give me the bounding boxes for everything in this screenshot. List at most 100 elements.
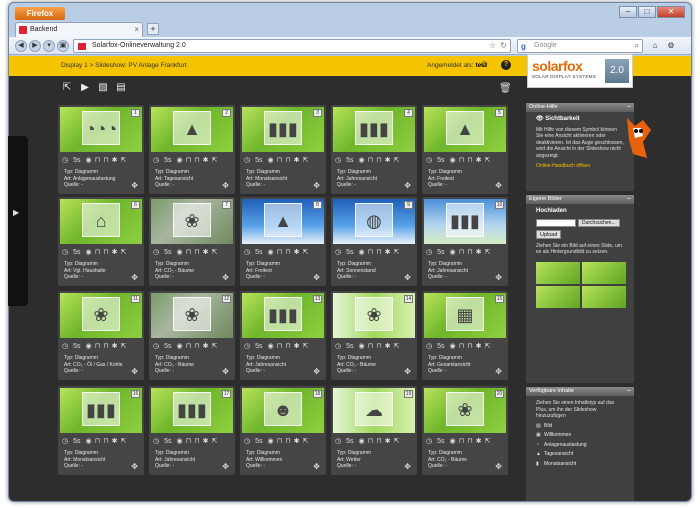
export-icon[interactable]: ⇱ [393,342,399,351]
export-icon[interactable]: ⇱ [211,156,217,165]
lock-icon[interactable]: ⊓ [103,342,108,351]
lock-icon[interactable]: ⊓ [103,156,108,165]
bg-image[interactable] [582,261,626,284]
duration-value[interactable]: 5s [73,342,80,351]
lock-icon[interactable]: ⊓ [368,248,373,257]
slide-card[interactable]: ❀ 12 ◷ 5s ◉ ⊓ ⊓ ✱ ⇱ Typ: Diagramm Art: CO₂ - Bäume… [149,291,235,380]
slide-thumbnail[interactable]: ❀ 7 [151,199,233,244]
lock-icon[interactable]: ⊓ [467,248,472,257]
gear-icon[interactable]: ✱ [112,248,118,257]
slide-thumbnail[interactable]: ▮▮▮ 3 [242,107,324,152]
duration-value[interactable]: 5s [437,437,444,446]
duration-value[interactable]: 5s [346,342,353,351]
duration-value[interactable]: 5s [255,248,262,257]
move-handle-icon[interactable]: ✥ [495,367,502,376]
slide-thumbnail[interactable]: ▮▮▮ 16 [60,388,142,433]
collapse-icon[interactable]: − [627,195,631,204]
lock-icon[interactable]: ⊓ [368,342,373,351]
lock-icon[interactable]: ⊓ [186,437,191,446]
slide-thumbnail[interactable]: ▮▮▮ 17 [151,388,233,433]
move-handle-icon[interactable]: ✥ [404,462,411,471]
content-type-item[interactable]: ◔ Anlagenauslastung [536,442,624,449]
duration-value[interactable]: 5s [164,248,171,257]
lock-icon[interactable]: ⊓ [186,342,191,351]
eye-icon[interactable]: ◉ [177,437,183,446]
play-icon[interactable]: ▶ [79,82,91,94]
eye-icon[interactable]: ◉ [450,437,456,446]
slide-thumbnail[interactable]: ▲ 2 [151,107,233,152]
lock-icon[interactable]: ⊓ [368,156,373,165]
gear-icon[interactable]: ✱ [476,248,482,257]
export-icon[interactable]: ⇱ [393,248,399,257]
move-handle-icon[interactable]: ✥ [313,462,320,471]
tab-close-icon[interactable]: × [134,23,139,37]
slide-thumbnail[interactable]: ▮▮▮ 4 [333,107,415,152]
search-input[interactable]: g Google ⌕ [517,39,643,53]
eye-icon[interactable]: ◉ [450,156,456,165]
trash-icon[interactable]: 🗑 [499,83,512,94]
export-icon[interactable]: ⇱ [484,342,490,351]
gear-icon[interactable]: ✱ [112,156,118,165]
export-icon[interactable]: ⇱ [393,437,399,446]
eye-icon[interactable]: ◉ [359,156,365,165]
collapse-icon[interactable]: − [627,387,631,396]
gear-icon[interactable]: ✱ [385,342,391,351]
slide-card[interactable]: ❀ 14 ◷ 5s ◉ ⊓ ⊓ ✱ ⇱ Typ: Diagramm Art: CO₂ - Bäume… [331,291,417,380]
lock-icon[interactable]: ⊓ [194,342,199,351]
lock-icon[interactable]: ⊓ [95,248,100,257]
move-handle-icon[interactable]: ✥ [404,273,411,282]
slide-thumbnail[interactable]: ◍ 9 [333,199,415,244]
lock-icon[interactable]: ⊓ [459,342,464,351]
move-handle-icon[interactable]: ✥ [131,273,138,282]
slide-thumbnail[interactable]: ▮▮▮ 13 [242,293,324,338]
lock-icon[interactable]: ⊓ [285,248,290,257]
move-handle-icon[interactable]: ✥ [495,273,502,282]
slide-card[interactable]: ❀ 11 ◷ 5s ◉ ⊓ ⊓ ✱ ⇱ Typ: Diagramm Art: CO₂ - Öl / … [58,291,144,380]
lock-icon[interactable]: ⊓ [103,437,108,446]
gear-icon[interactable]: ✱ [385,248,391,257]
export-icon[interactable]: ⇱ [484,437,490,446]
duration-value[interactable]: 5s [164,156,171,165]
duration-value[interactable]: 5s [437,156,444,165]
history-icon[interactable]: ▾ [43,40,55,52]
slide-card[interactable]: ▮▮▮ 10 ◷ 5s ◉ ⊓ ⊓ ✱ ⇱ Typ: Diagramm Art: Jahresans… [422,197,508,286]
slide-card[interactable]: ▦ 15 ◷ 5s ◉ ⊓ ⊓ ✱ ⇱ Typ: Diagramm Art: Gesamtansic… [422,291,508,380]
lock-icon[interactable]: ⊓ [459,156,464,165]
eye-icon[interactable]: ◉ [86,156,92,165]
move-handle-icon[interactable]: ✥ [495,181,502,190]
eye-icon[interactable]: ◉ [268,437,274,446]
lock-icon[interactable]: ⊓ [95,437,100,446]
slide-card[interactable]: ◍ 9 ◷ 5s ◉ ⊓ ⊓ ✱ ⇱ Typ: Diagramm Art: Sonnenstand Q… [331,197,417,286]
slide-thumbnail[interactable]: ❀ 11 [60,293,142,338]
duration-value[interactable]: 5s [73,248,80,257]
gear-icon[interactable]: ✱ [294,248,300,257]
lock-icon[interactable]: ⊓ [459,437,464,446]
logout-icon[interactable]: ⏻ [481,60,487,70]
eye-icon[interactable]: ◉ [268,342,274,351]
file-input[interactable] [536,218,576,227]
export-icon[interactable]: ⇱ [302,248,308,257]
export-icon[interactable]: ⇱ [61,82,73,94]
side-panel-toggle[interactable]: ▶ [8,136,28,306]
lock-icon[interactable]: ⊓ [467,156,472,165]
slide-card[interactable]: ◔◔◔ 1 ◷ 5s ◉ ⊓ ⊓ ✱ ⇱ Typ: Diagramm Art: Anlagenaus… [58,105,144,194]
eye-icon[interactable]: ◉ [268,156,274,165]
collapse-icon[interactable]: − [627,103,631,112]
duration-value[interactable]: 5s [164,437,171,446]
move-handle-icon[interactable]: ✥ [222,273,229,282]
manual-link[interactable]: Online-Handbuch öffnen [536,163,624,170]
close-icon[interactable]: ✕ [657,6,685,18]
export-icon[interactable]: ⇱ [302,437,308,446]
browser-tab[interactable]: Backend × [15,22,143,37]
back-icon[interactable]: ◀ [15,40,27,52]
slide-thumbnail[interactable]: ▲ 8 [242,199,324,244]
duration-value[interactable]: 5s [255,156,262,165]
lock-icon[interactable]: ⊓ [285,342,290,351]
lock-icon[interactable]: ⊓ [368,437,373,446]
lock-icon[interactable]: ⊓ [103,248,108,257]
content-type-item[interactable]: ▲ Tagesansicht [536,451,624,458]
gear-icon[interactable]: ✱ [203,437,209,446]
slide-thumbnail[interactable]: ❀ 14 [333,293,415,338]
export-icon[interactable]: ⇱ [211,248,217,257]
slide-card[interactable]: ☁ 19 ◷ 5s ◉ ⊓ ⊓ ✱ ⇱ Typ: Diagramm Art: Wetter Quell… [331,386,417,475]
